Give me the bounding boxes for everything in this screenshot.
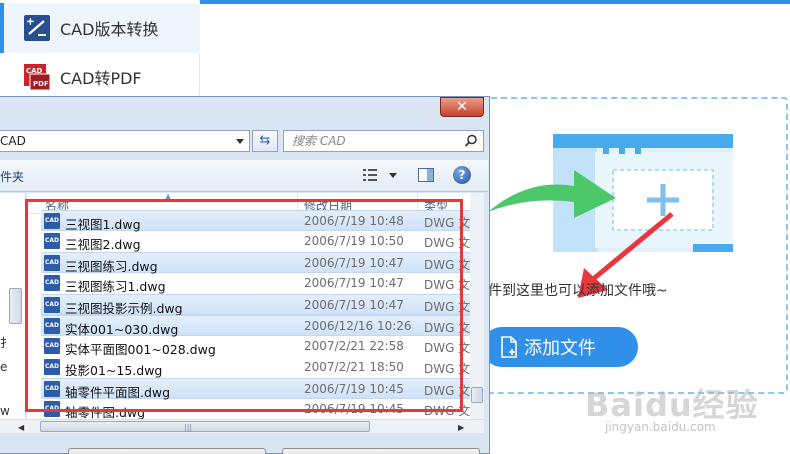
close-icon: ✕ xyxy=(456,99,468,115)
sidebar-item-version-convert[interactable]: CAD版本转换 xyxy=(0,3,200,53)
version-convert-icon xyxy=(24,15,50,41)
search-input[interactable]: 搜索 CAD xyxy=(283,130,484,152)
sidebar-item-cad-pdf[interactable]: CAD PDF CAD转PDF xyxy=(0,52,200,102)
dialog-toolbar: 件夹 xyxy=(0,160,488,192)
svg-text:PDF: PDF xyxy=(33,80,49,88)
scroll-right-icon[interactable]: ▶ xyxy=(458,423,464,432)
svg-text:CAD: CAD xyxy=(26,67,43,75)
scroll-left-icon[interactable]: ◀ xyxy=(18,423,24,432)
app-top-bar xyxy=(200,0,790,4)
new-folder-button[interactable]: 件夹 xyxy=(0,168,24,185)
nav-pane-text: e xyxy=(0,360,8,374)
help-icon[interactable]: ? xyxy=(453,166,471,184)
refresh-button[interactable]: ⇆ xyxy=(252,130,278,152)
vertical-scroll-thumb[interactable] xyxy=(471,387,483,403)
annotation-highlight-box xyxy=(25,199,463,412)
horizontal-scroll-thumb[interactable] xyxy=(40,421,370,432)
add-file-button[interactable]: 添加文件 xyxy=(482,327,638,367)
scroll-grip-icon: ||| xyxy=(184,423,193,432)
nav-pane-text: w xyxy=(0,404,10,418)
search-icon[interactable] xyxy=(464,134,478,148)
drop-hint: 件到这里也可以添加文件哦~ xyxy=(488,283,668,299)
address-path: CAD xyxy=(0,134,26,148)
sidebar-item-label: CAD版本转换 xyxy=(60,20,159,39)
dialog-close-button[interactable]: ✕ xyxy=(440,97,484,117)
view-dropdown-icon[interactable] xyxy=(389,173,397,178)
address-dropdown-icon[interactable] xyxy=(236,139,244,144)
watermark: Baidu经验 jingyan.baidu.com xyxy=(585,380,785,440)
sidebar-item-label: CAD转PDF xyxy=(60,69,142,88)
watermark-url: jingyan.baidu.com xyxy=(605,420,716,434)
nav-pane-scroll-thumb[interactable] xyxy=(9,288,22,324)
dialog-bottom-button[interactable] xyxy=(68,448,266,454)
address-bar[interactable]: CAD xyxy=(0,130,250,152)
add-file-icon xyxy=(501,336,517,358)
cad-pdf-icon: CAD PDF xyxy=(24,64,50,90)
preview-pane-icon[interactable] xyxy=(418,168,434,182)
view-options-icon[interactable] xyxy=(362,168,378,182)
add-file-label: 添加文件 xyxy=(524,338,596,359)
dialog-bottom-button[interactable] xyxy=(282,448,480,454)
nav-pane-text: 扌 xyxy=(0,336,13,350)
refresh-icon: ⇆ xyxy=(259,133,271,148)
